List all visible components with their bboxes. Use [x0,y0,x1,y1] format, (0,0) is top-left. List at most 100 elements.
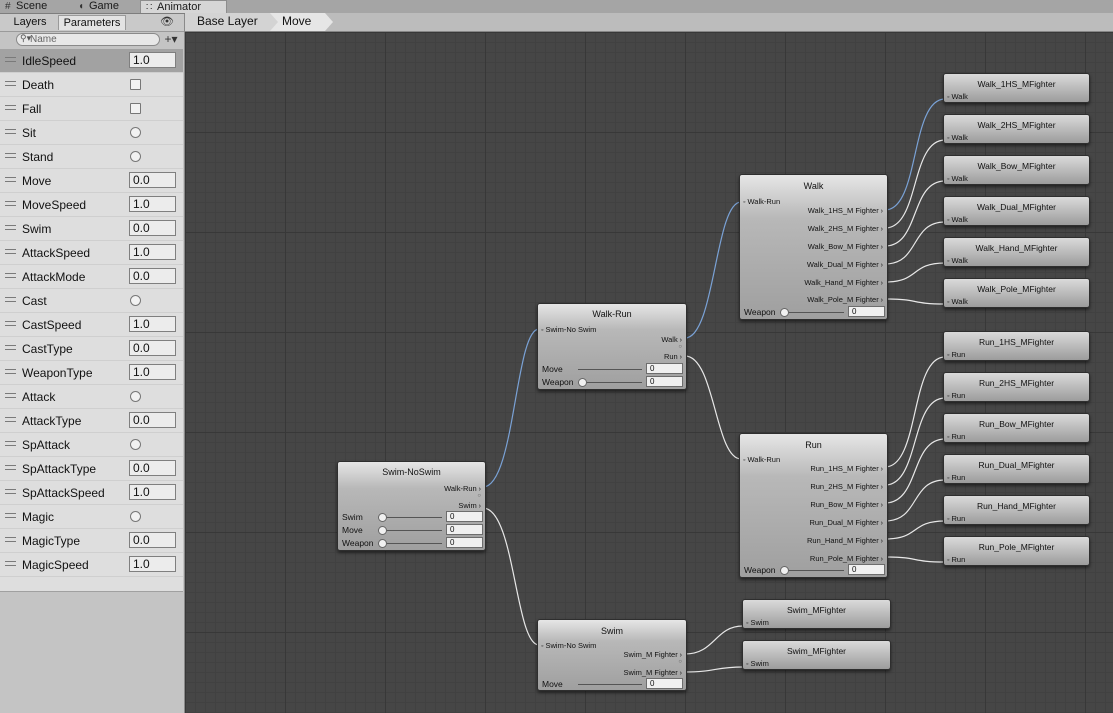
parameter-value-field[interactable]: 1.0 [129,316,176,332]
parameter-trigger[interactable] [130,511,141,522]
parameter-checkbox[interactable] [130,103,141,114]
drag-handle-icon[interactable] [5,153,16,158]
output-port[interactable]: Run_1HS_M Fighter [810,464,883,473]
tab-layers[interactable]: Layers [4,15,56,30]
parameter-row[interactable]: SpAttackSpeed 1.0 [0,481,183,505]
parameter-row[interactable]: CastType 0.0 [0,337,183,361]
output-port[interactable]: Walk_Pole_M Fighter [807,295,883,304]
parameter-value-field[interactable]: 1.0 [129,52,176,68]
parameter-row[interactable]: Death [0,73,183,97]
input-port[interactable]: Swim-No Swim [541,325,596,334]
drag-handle-icon[interactable] [5,57,16,62]
tab-game[interactable]: ◖ Game [73,0,139,13]
input-port[interactable]: Run [947,432,965,441]
parameter-value-field[interactable]: 1.0 [129,244,176,260]
parameter-row[interactable]: SpAttackType 0.0 [0,457,183,481]
clip-node[interactable]: Run_1HS_MFighter Run [943,331,1090,361]
output-port[interactable]: Swim [458,501,481,510]
param-slider[interactable] [578,378,642,387]
output-port[interactable]: Run_Pole_M Fighter [810,554,883,563]
clip-node[interactable]: Run_Hand_MFighter Run [943,495,1090,525]
drag-handle-icon[interactable] [5,81,16,86]
output-port[interactable]: Walk [661,335,682,344]
output-port[interactable]: Swim_M Fighter [624,668,682,677]
parameter-value-field[interactable]: 0.0 [129,220,176,236]
parameter-row[interactable]: MagicSpeed 1.0 [0,553,183,577]
drag-handle-icon[interactable] [5,489,16,494]
parameter-row[interactable]: Fall [0,97,183,121]
breadcrumb-base-layer[interactable]: Base Layer [185,13,278,31]
clip-node[interactable]: Swim_MFighter Swim [742,640,891,670]
parameter-trigger[interactable] [130,391,141,402]
slider-knob[interactable] [780,308,789,317]
output-port[interactable]: Walk_2HS_M Fighter [808,224,883,233]
param-value[interactable]: 0 [646,363,683,374]
clip-node[interactable]: Run_2HS_MFighter Run [943,372,1090,402]
slider-knob[interactable] [378,526,387,535]
input-port[interactable]: Run [947,514,965,523]
output-port[interactable]: Run [664,352,682,361]
input-port[interactable]: Walk-Run [743,455,780,464]
input-port[interactable]: Walk-Run [743,197,780,206]
parameter-trigger[interactable] [130,151,141,162]
eye-icon[interactable]: 👁 [160,15,174,29]
breadcrumb-move[interactable]: Move [270,13,333,31]
slider-knob[interactable] [780,566,789,575]
parameter-value-field[interactable]: 0.0 [129,460,176,476]
parameter-row[interactable]: Move 0.0 [0,169,183,193]
parameter-row[interactable]: Sit [0,121,183,145]
input-port[interactable]: Swim [746,659,768,668]
parameter-row[interactable]: SpAttack [0,433,183,457]
parameter-row[interactable]: WeaponType 1.0 [0,361,183,385]
drag-handle-icon[interactable] [5,441,16,446]
parameter-row[interactable]: Attack [0,385,183,409]
animator-graph[interactable]: Swim-NoSwim Walk-Run ○ Swim Swim 0 Move … [185,32,1113,713]
parameter-row[interactable]: MagicType 0.0 [0,529,183,553]
param-slider[interactable] [578,369,642,370]
input-port[interactable]: Run [947,391,965,400]
output-port[interactable]: Walk_Hand_M Fighter [804,278,883,287]
param-value[interactable]: 0 [446,511,483,522]
blend-tree-walk-run[interactable]: Walk-Run Swim-No Swim Walk ○ Run Move 0 … [537,303,687,390]
param-slider[interactable] [780,308,844,317]
blend-tree-run[interactable]: Run Walk-Run Run_1HS_M Fighter Run_2HS_M… [739,433,888,578]
clip-node[interactable]: Run_Pole_MFighter Run [943,536,1090,566]
input-port[interactable]: Swim-No Swim [541,641,596,650]
parameter-value-field[interactable]: 0.0 [129,268,176,284]
drag-handle-icon[interactable] [5,513,16,518]
slider-knob[interactable] [578,378,587,387]
blend-tree-swim[interactable]: Swim Swim-No Swim Swim_M Fighter ○ Swim_… [537,619,687,691]
drag-handle-icon[interactable] [5,201,16,206]
clip-node[interactable]: Run_Dual_MFighter Run [943,454,1090,484]
param-slider[interactable] [378,539,442,548]
parameter-row[interactable]: AttackMode 0.0 [0,265,183,289]
parameter-row[interactable]: CastSpeed 1.0 [0,313,183,337]
parameter-value-field[interactable]: 1.0 [129,556,176,572]
parameter-value-field[interactable]: 1.0 [129,364,176,380]
clip-node[interactable]: Walk_Dual_MFighter Walk [943,196,1090,226]
param-value[interactable]: 0 [848,306,885,317]
drag-handle-icon[interactable] [5,249,16,254]
drag-handle-icon[interactable] [5,129,16,134]
output-port[interactable]: Run_Bow_M Fighter [810,500,883,509]
clip-node[interactable]: Walk_1HS_MFighter Walk [943,73,1090,103]
output-port[interactable]: Swim_M Fighter [624,650,682,659]
parameter-row[interactable]: Cast [0,289,183,313]
drag-handle-icon[interactable] [5,561,16,566]
drag-handle-icon[interactable] [5,297,16,302]
param-value[interactable]: 0 [446,537,483,548]
output-port[interactable]: Run_Hand_M Fighter [807,536,883,545]
drag-handle-icon[interactable] [5,393,16,398]
slider-knob[interactable] [378,539,387,548]
parameter-trigger[interactable] [130,127,141,138]
input-port[interactable]: Walk [947,92,967,101]
parameter-row[interactable]: AttackSpeed 1.0 [0,241,183,265]
parameter-value-field[interactable]: 1.0 [129,484,176,500]
clip-node[interactable]: Swim_MFighter Swim [742,599,891,629]
drag-handle-icon[interactable] [5,177,16,182]
input-port[interactable]: Walk [947,256,967,265]
tab-scene[interactable]: # Scene [0,0,72,13]
drag-handle-icon[interactable] [5,225,16,230]
parameter-row[interactable]: Magic [0,505,183,529]
slider-knob[interactable] [378,513,387,522]
